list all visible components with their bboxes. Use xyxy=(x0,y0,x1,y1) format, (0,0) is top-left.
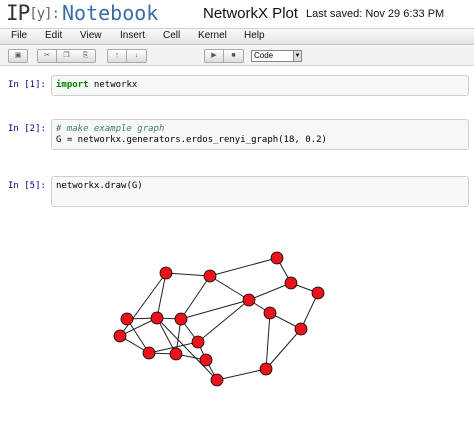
graph-edge xyxy=(119,272,167,337)
graph-node xyxy=(263,306,277,320)
graph-edge xyxy=(265,312,271,370)
graph-node xyxy=(150,311,164,325)
graph-edge xyxy=(180,299,250,320)
graph-node xyxy=(210,373,224,387)
graph-edge xyxy=(265,328,302,370)
graph-edge xyxy=(165,272,211,277)
graph-edge xyxy=(209,257,278,277)
graph-node xyxy=(120,312,134,326)
graph-edge xyxy=(197,299,250,343)
graph-node xyxy=(294,322,308,336)
graph-node xyxy=(142,346,156,360)
graph-node xyxy=(169,347,183,361)
graph-node xyxy=(311,286,325,300)
graph-node xyxy=(284,276,298,290)
graph-node xyxy=(259,362,273,376)
graph-node xyxy=(203,269,217,283)
graph-node xyxy=(113,329,127,343)
graph-edge xyxy=(216,368,267,381)
graph-node xyxy=(242,293,256,307)
graph-node xyxy=(191,335,205,349)
graph-node xyxy=(199,353,213,367)
networkx-graph-output xyxy=(113,251,325,387)
graph-edge xyxy=(248,282,292,301)
graph-node xyxy=(159,266,173,280)
graph-node xyxy=(270,251,284,265)
graph-edge xyxy=(209,275,250,301)
graph-node xyxy=(174,312,188,326)
